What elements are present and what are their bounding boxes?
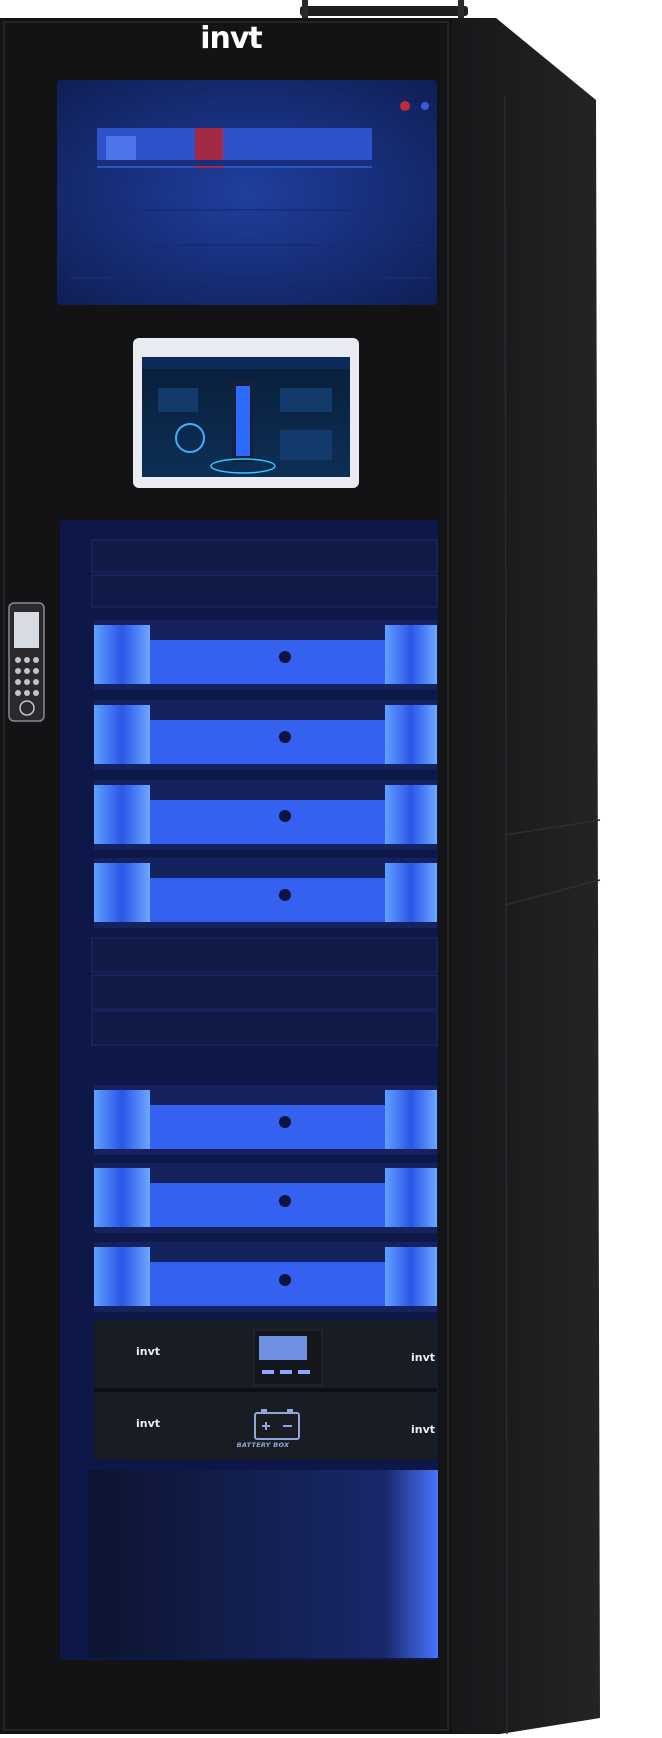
ups-logo: invt — [411, 1423, 436, 1436]
integrated-rack-cabinet: invt invt invt invt invt BATTERY BOX — [0, 0, 662, 1735]
server-unit — [94, 1163, 437, 1233]
top-lifting-handle — [300, 0, 468, 18]
server-unit — [94, 620, 437, 690]
keypad-lock-icon[interactable] — [8, 602, 45, 722]
battery-box-label: BATTERY BOX — [236, 1441, 290, 1449]
server-unit — [94, 1242, 437, 1312]
server-unit — [94, 780, 437, 850]
server-unit — [94, 1085, 437, 1155]
upper-glass-window — [57, 80, 437, 305]
server-unit — [94, 858, 437, 928]
ups-logo: invt — [136, 1417, 161, 1430]
ups-logo: invt — [411, 1351, 436, 1364]
bottom-compartment — [88, 1470, 438, 1658]
server-unit — [94, 700, 437, 770]
cabinet-side-panel — [450, 18, 601, 1735]
touch-display-panel[interactable] — [133, 338, 359, 488]
brand-logo: invt — [200, 21, 263, 56]
ups-logo: invt — [136, 1345, 161, 1358]
